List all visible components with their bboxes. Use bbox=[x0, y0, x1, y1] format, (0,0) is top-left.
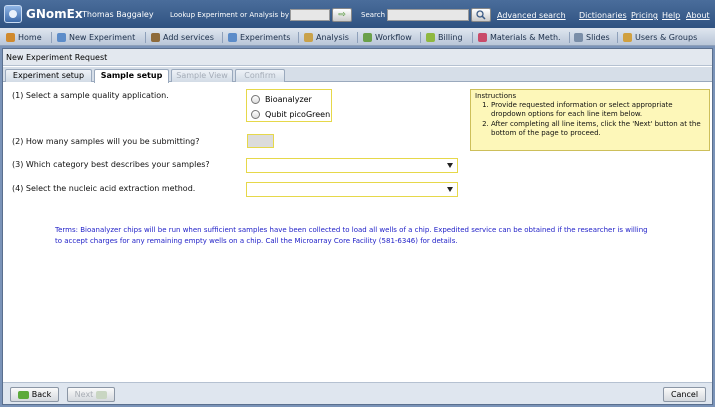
instruction-item: Provide requested information or select … bbox=[491, 101, 705, 119]
home-icon bbox=[6, 33, 15, 42]
footer-bar: Back Next Cancel bbox=[3, 382, 712, 404]
question-3-label: (3) Which category best describes your s… bbox=[12, 160, 210, 169]
search-icon bbox=[476, 10, 486, 20]
arrow-right-icon bbox=[96, 390, 108, 399]
back-label: Back bbox=[31, 390, 52, 399]
flask-icon bbox=[228, 33, 237, 42]
materials-icon bbox=[478, 33, 487, 42]
nav-label: Users & Groups bbox=[635, 33, 698, 42]
tools-icon bbox=[151, 33, 160, 42]
qubit-label: Qubit picoGreen bbox=[265, 110, 331, 119]
pricing-link[interactable]: Pricing bbox=[631, 11, 658, 20]
gnomex-logo-icon bbox=[4, 5, 22, 23]
instruction-item: After completing all line items, click t… bbox=[491, 120, 705, 138]
nav-experiments[interactable]: Experiments bbox=[228, 31, 290, 44]
tab-confirm: Confirm bbox=[235, 69, 285, 82]
main-nav: Home New Experiment Add services Experim… bbox=[0, 28, 715, 46]
nav-label: Analysis bbox=[316, 33, 349, 42]
dictionaries-link[interactable]: Dictionaries bbox=[579, 11, 627, 20]
next-button: Next bbox=[67, 387, 115, 402]
workflow-icon bbox=[363, 33, 372, 42]
instructions-title: Instructions bbox=[475, 92, 517, 100]
next-label: Next bbox=[74, 390, 94, 399]
nav-analysis[interactable]: Analysis bbox=[304, 31, 349, 44]
question-4-label: (4) Select the nucleic acid extraction m… bbox=[12, 184, 196, 193]
nav-new-experiment[interactable]: New Experiment bbox=[57, 31, 135, 44]
nav-label: Billing bbox=[438, 33, 463, 42]
nav-label: Workflow bbox=[375, 33, 412, 42]
nav-label: Experiments bbox=[240, 33, 291, 42]
lookup-input[interactable] bbox=[290, 9, 330, 21]
nav-label: New Experiment bbox=[69, 33, 136, 42]
about-link[interactable]: About bbox=[686, 11, 710, 20]
search-input[interactable] bbox=[387, 9, 469, 21]
tab-bar: Experiment setup Sample setup Sample Vie… bbox=[3, 67, 712, 83]
nav-label: Materials & Meth. bbox=[490, 33, 561, 42]
nav-label: Slides bbox=[586, 33, 610, 42]
chevron-down-icon bbox=[447, 187, 453, 192]
bioanalyzer-label: Bioanalyzer bbox=[265, 95, 312, 104]
qubit-radio[interactable] bbox=[251, 110, 260, 119]
question-2-label: (2) How many samples will you be submitt… bbox=[12, 137, 200, 146]
chart-icon bbox=[304, 33, 313, 42]
bioanalyzer-radio[interactable] bbox=[251, 95, 260, 104]
nav-materials-methods[interactable]: Materials & Meth. bbox=[478, 31, 561, 44]
arrow-left-icon bbox=[17, 390, 29, 399]
quality-application-group: Bioanalyzer Qubit picoGreen bbox=[246, 89, 332, 122]
nav-label: Home bbox=[18, 33, 42, 42]
billing-icon bbox=[426, 33, 435, 42]
instructions-box: Instructions Provide requested informati… bbox=[470, 89, 710, 151]
terms-text: Terms: Bioanalyzer chips will be run whe… bbox=[55, 226, 648, 245]
top-header: GNomEx Thomas Baggaley Lookup Experiment… bbox=[0, 0, 715, 28]
search-button[interactable] bbox=[471, 8, 491, 22]
user-name: Thomas Baggaley bbox=[82, 10, 154, 19]
flask-icon bbox=[57, 33, 66, 42]
extraction-method-select[interactable] bbox=[246, 182, 458, 197]
sample-count-input[interactable] bbox=[247, 134, 274, 148]
cancel-button[interactable]: Cancel bbox=[663, 387, 706, 402]
question-1-label: (1) Select a sample quality application. bbox=[12, 91, 169, 100]
nav-billing[interactable]: Billing bbox=[426, 31, 463, 44]
panel-title: New Experiment Request bbox=[3, 49, 712, 66]
back-button[interactable]: Back bbox=[10, 387, 59, 402]
nav-users-groups[interactable]: Users & Groups bbox=[623, 31, 697, 44]
lookup-go-button[interactable]: ⇨ bbox=[332, 8, 352, 22]
chevron-down-icon bbox=[447, 163, 453, 168]
help-link[interactable]: Help bbox=[662, 11, 680, 20]
search-label: Search bbox=[361, 11, 386, 19]
nav-add-services[interactable]: Add services bbox=[151, 31, 214, 44]
nav-slides[interactable]: Slides bbox=[574, 31, 610, 44]
users-icon bbox=[623, 33, 632, 42]
new-experiment-panel: New Experiment Request Experiment setup … bbox=[2, 48, 713, 405]
advanced-search-link[interactable]: Advanced search bbox=[497, 11, 566, 20]
tab-sample-setup[interactable]: Sample setup bbox=[94, 69, 169, 83]
sample-category-select[interactable] bbox=[246, 158, 458, 173]
nav-home[interactable]: Home bbox=[6, 31, 42, 44]
nav-workflow[interactable]: Workflow bbox=[363, 31, 412, 44]
tab-experiment-setup[interactable]: Experiment setup bbox=[5, 69, 92, 82]
tab-sample-view: Sample View bbox=[171, 69, 233, 82]
lookup-label: Lookup Experiment or Analysis by # bbox=[170, 11, 298, 19]
app-name: GNomEx bbox=[26, 7, 83, 21]
slides-icon bbox=[574, 33, 583, 42]
nav-label: Add services bbox=[163, 33, 214, 42]
